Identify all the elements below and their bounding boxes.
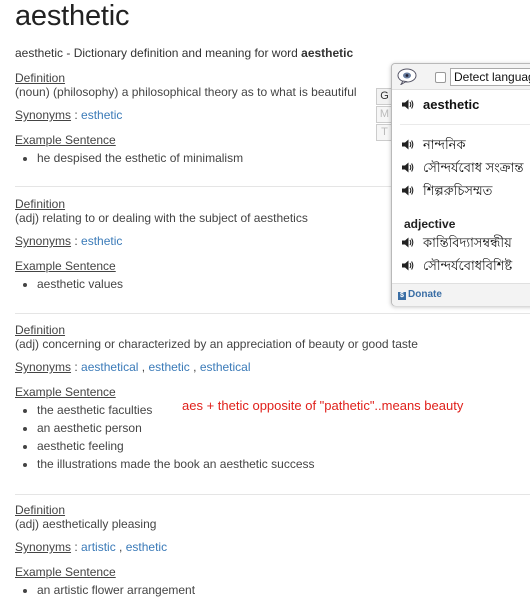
translation-row: নান্দনিক [402, 136, 466, 157]
synonyms-separator: : [71, 234, 82, 248]
definition-label: Definition [15, 323, 66, 337]
translation-row: সৌন্দর্যবোধবিশিষ্ট [402, 257, 512, 278]
divider [15, 494, 530, 495]
example-item: aesthetic feeling [37, 437, 515, 455]
synonym-link[interactable]: artistic [81, 540, 116, 554]
example-item: an artistic flower arrangement [37, 581, 515, 599]
synonym-separator: , [138, 360, 149, 374]
language-select[interactable]: Detect language [450, 68, 530, 86]
synonyms-label: Synonyms [15, 360, 72, 374]
synonym-separator: , [189, 360, 200, 374]
divider [15, 313, 530, 314]
speaker-icon[interactable] [402, 99, 414, 110]
speaker-icon[interactable] [402, 162, 414, 173]
translation-row: সৌন্দর্যবোধ সংক্রান্ত [402, 159, 523, 180]
translation-text: সৌন্দর্যবোধ সংক্রান্ত [423, 160, 524, 175]
donate-icon: $ [398, 292, 406, 300]
page-subtitle: aesthetic - Dictionary definition and me… [15, 46, 353, 60]
popup-toolbar: Detect language [392, 64, 530, 90]
page-title: aesthetic [15, 0, 130, 32]
auto-checkbox[interactable] [435, 72, 446, 83]
donate-link[interactable]: $ Donate [398, 289, 442, 300]
speaker-icon[interactable] [402, 237, 414, 248]
synonyms-label: Synonyms [15, 234, 72, 248]
synonym-link[interactable]: esthetic [148, 360, 189, 374]
synonym-link[interactable]: esthetic [81, 234, 122, 248]
definition-label: Definition [15, 503, 66, 517]
speaker-icon[interactable] [402, 260, 414, 271]
speaker-icon[interactable] [402, 185, 414, 196]
subtitle-word: aesthetic [301, 46, 354, 60]
example-item: an aesthetic person [37, 419, 515, 437]
synonym-link[interactable]: esthetical [200, 360, 251, 374]
example-item: the illustrations made the book an aesth… [37, 455, 515, 473]
synonyms-separator: : [71, 540, 82, 554]
synonym-link[interactable]: esthetic [126, 540, 167, 554]
definition-entry-4: Definition (adj) aesthetically pleasing … [15, 503, 515, 599]
example-sentence-label: Example Sentence [15, 565, 116, 579]
synonym-link[interactable]: esthetic [81, 108, 122, 122]
synonyms-separator: : [71, 360, 82, 374]
synonyms-separator: : [71, 108, 82, 122]
translation-row: কান্তিবিদ্যাসম্বন্ধীয় [402, 234, 512, 255]
synonyms-line: Synonyms : aesthetical , esthetic , esth… [15, 360, 515, 375]
translation-text: নান্দনিক [423, 137, 466, 152]
translation-popup: Detect language aesthetic নান্দনিক সৌন্দ… [391, 63, 530, 306]
example-sentence-label: Example Sentence [15, 385, 116, 399]
translation-text: সৌন্দর্যবোধবিশিষ্ট [423, 258, 513, 273]
synonyms-label: Synonyms [15, 540, 72, 554]
synonym-link[interactable]: aesthetical [81, 360, 138, 374]
popup-footer: $ Donate [392, 283, 530, 306]
speaker-icon[interactable] [402, 139, 414, 150]
synonyms-line: Synonyms : artistic , esthetic [15, 540, 515, 555]
translation-text: কান্তিবিদ্যাসম্বন্ধীয় [423, 235, 512, 250]
speech-bubble-icon[interactable] [397, 68, 417, 85]
source-word: aesthetic [423, 97, 480, 112]
translation-row: শিল্পরুচিসম্মত [402, 182, 492, 203]
donate-label: Donate [408, 289, 442, 300]
subtitle-text: aesthetic - Dictionary definition and me… [15, 46, 302, 60]
synonym-separator: , [115, 540, 126, 554]
annotation-note: aes + thetic opposite of "pathetic"..mea… [182, 398, 464, 413]
part-of-speech-heading: adjective [404, 217, 456, 231]
definition-text: (adj) aesthetically pleasing [15, 517, 157, 531]
translation-text: শিল্পরুচিসম্মত [423, 183, 493, 198]
synonyms-label: Synonyms [15, 108, 72, 122]
definition-text: (adj) concerning or characterized by an … [15, 337, 418, 351]
popup-divider [400, 124, 530, 125]
source-word-row: aesthetic [402, 97, 479, 112]
example-list: an artistic flower arrangement [15, 581, 515, 599]
